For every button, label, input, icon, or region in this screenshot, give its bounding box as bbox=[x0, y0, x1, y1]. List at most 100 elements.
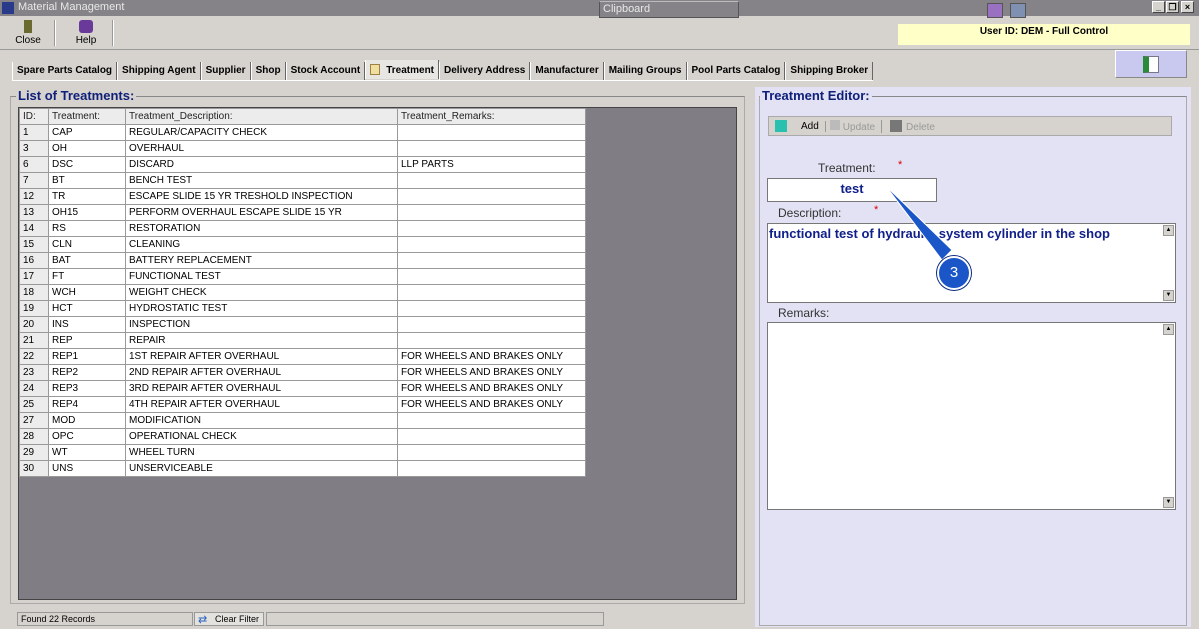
cell-description[interactable]: OPERATIONAL CHECK bbox=[125, 428, 398, 445]
cell-id[interactable]: 29 bbox=[19, 444, 49, 461]
cell-treatment[interactable]: REP1 bbox=[48, 348, 126, 365]
cell-remarks[interactable] bbox=[397, 124, 586, 141]
cell-description[interactable]: OVERHAUL bbox=[125, 140, 398, 157]
cell-id[interactable]: 14 bbox=[19, 220, 49, 237]
tab-mailing-groups[interactable]: Mailing Groups bbox=[603, 62, 687, 80]
cell-treatment[interactable]: HCT bbox=[48, 300, 126, 317]
cell-treatment[interactable]: CLN bbox=[48, 236, 126, 253]
cell-description[interactable]: BENCH TEST bbox=[125, 172, 398, 189]
scroll-down-button[interactable]: ▼ bbox=[1163, 497, 1174, 508]
scroll-up-button[interactable]: ▲ bbox=[1163, 225, 1174, 236]
cell-remarks[interactable] bbox=[397, 220, 586, 237]
cell-description[interactable]: HYDROSTATIC TEST bbox=[125, 300, 398, 317]
cell-remarks[interactable] bbox=[397, 428, 586, 445]
cell-treatment[interactable]: CAP bbox=[48, 124, 126, 141]
cell-id[interactable]: 30 bbox=[19, 460, 49, 477]
table-row[interactable]: 6 DSC DISCARD LLP PARTS bbox=[19, 156, 586, 173]
cell-description[interactable]: FUNCTIONAL TEST bbox=[125, 268, 398, 285]
cell-description[interactable]: RESTORATION bbox=[125, 220, 398, 237]
cell-treatment[interactable]: OH15 bbox=[48, 204, 126, 221]
table-row[interactable]: 20 INS INSPECTION bbox=[19, 316, 586, 333]
cell-remarks[interactable]: LLP PARTS bbox=[397, 156, 586, 173]
cell-id[interactable]: 22 bbox=[19, 348, 49, 365]
cell-treatment[interactable]: WCH bbox=[48, 284, 126, 301]
cell-treatment[interactable]: OPC bbox=[48, 428, 126, 445]
cell-id[interactable]: 21 bbox=[19, 332, 49, 349]
cell-remarks[interactable] bbox=[397, 236, 586, 253]
cell-remarks[interactable] bbox=[397, 140, 586, 157]
cell-id[interactable]: 13 bbox=[19, 204, 49, 221]
tab-manufacturer[interactable]: Manufacturer bbox=[530, 62, 604, 80]
tab-delivery-address[interactable]: Delivery Address bbox=[439, 62, 531, 80]
col-id[interactable]: ID: bbox=[19, 108, 49, 125]
cell-remarks[interactable] bbox=[397, 204, 586, 221]
restore-button[interactable]: ❐ bbox=[1166, 1, 1179, 13]
cell-description[interactable]: MODIFICATION bbox=[125, 412, 398, 429]
clipboard-window[interactable]: Clipboard bbox=[599, 1, 739, 18]
col-remarks[interactable]: Treatment_Remarks: bbox=[397, 108, 586, 125]
tab-shop[interactable]: Shop bbox=[250, 62, 286, 80]
cell-id[interactable]: 24 bbox=[19, 380, 49, 397]
tab-spare-parts-catalog[interactable]: Spare Parts Catalog bbox=[12, 62, 118, 80]
table-row[interactable]: 17 FT FUNCTIONAL TEST bbox=[19, 268, 586, 285]
tab-stock-account[interactable]: Stock Account bbox=[285, 62, 366, 80]
cell-description[interactable]: REPAIR bbox=[125, 332, 398, 349]
tab-shipping-broker[interactable]: Shipping Broker bbox=[785, 62, 874, 80]
table-row[interactable]: 21 REP REPAIR bbox=[19, 332, 586, 349]
cell-description[interactable]: REGULAR/CAPACITY CHECK bbox=[125, 124, 398, 141]
close-button[interactable]: Close bbox=[8, 18, 48, 48]
table-row[interactable]: 25 REP4 4TH REPAIR AFTER OVERHAUL FOR WHEEL… bbox=[19, 396, 586, 413]
update-button[interactable]: Update bbox=[829, 119, 883, 133]
cell-description[interactable]: UNSERVICEABLE bbox=[125, 460, 398, 477]
cell-remarks[interactable] bbox=[397, 444, 586, 461]
cell-treatment[interactable]: REP2 bbox=[48, 364, 126, 381]
cell-treatment[interactable]: REP3 bbox=[48, 380, 126, 397]
cell-treatment[interactable]: REP4 bbox=[48, 396, 126, 413]
cell-description[interactable]: INSPECTION bbox=[125, 316, 398, 333]
cell-description[interactable]: 2ND REPAIR AFTER OVERHAUL bbox=[125, 364, 398, 381]
cell-treatment[interactable]: RS bbox=[48, 220, 126, 237]
table-row[interactable]: 30 UNS UNSERVICEABLE bbox=[19, 460, 586, 477]
cell-treatment[interactable]: WT bbox=[48, 444, 126, 461]
cell-id[interactable]: 12 bbox=[19, 188, 49, 205]
cell-id[interactable]: 7 bbox=[19, 172, 49, 189]
cell-remarks[interactable]: FOR WHEELS AND BRAKES ONLY bbox=[397, 396, 586, 413]
clear-filter-button[interactable]: ⇄ Clear Filter bbox=[194, 612, 264, 626]
remarks-textarea[interactable]: ▲ ▼ bbox=[767, 322, 1176, 510]
cell-treatment[interactable]: BT bbox=[48, 172, 126, 189]
close-window-button[interactable]: × bbox=[1181, 1, 1194, 13]
cell-remarks[interactable] bbox=[397, 252, 586, 269]
cell-remarks[interactable]: FOR WHEELS AND BRAKES ONLY bbox=[397, 348, 586, 365]
tab-shipping-agent[interactable]: Shipping Agent bbox=[117, 62, 201, 80]
tab-pool-parts-catalog[interactable]: Pool Parts Catalog bbox=[686, 62, 786, 80]
table-row[interactable]: 24 REP3 3RD REPAIR AFTER OVERHAUL FOR WHEEL… bbox=[19, 380, 586, 397]
cell-treatment[interactable]: UNS bbox=[48, 460, 126, 477]
scroll-up-button[interactable]: ▲ bbox=[1163, 324, 1174, 335]
cell-treatment[interactable]: INS bbox=[48, 316, 126, 333]
description-textarea[interactable]: functional test of hydraulic system cyli… bbox=[767, 223, 1176, 303]
cell-remarks[interactable] bbox=[397, 332, 586, 349]
cell-description[interactable]: DISCARD bbox=[125, 156, 398, 173]
cell-remarks[interactable] bbox=[397, 188, 586, 205]
users-icon[interactable] bbox=[1010, 3, 1026, 18]
cell-id[interactable]: 28 bbox=[19, 428, 49, 445]
cell-description[interactable]: BATTERY REPLACEMENT bbox=[125, 252, 398, 269]
minimize-button[interactable]: _ bbox=[1152, 1, 1165, 13]
cell-id[interactable]: 25 bbox=[19, 396, 49, 413]
cell-remarks[interactable]: FOR WHEELS AND BRAKES ONLY bbox=[397, 364, 586, 381]
cell-remarks[interactable] bbox=[397, 172, 586, 189]
cell-treatment[interactable]: OH bbox=[48, 140, 126, 157]
table-row[interactable]: 18 WCH WEIGHT CHECK bbox=[19, 284, 586, 301]
col-treatment[interactable]: Treatment: bbox=[48, 108, 126, 125]
cell-description[interactable]: PERFORM OVERHAUL ESCAPE SLIDE 15 YR bbox=[125, 204, 398, 221]
cell-description[interactable]: WHEEL TURN bbox=[125, 444, 398, 461]
cell-id[interactable]: 3 bbox=[19, 140, 49, 157]
table-row[interactable]: 19 HCT HYDROSTATIC TEST bbox=[19, 300, 586, 317]
table-row[interactable]: 28 OPC OPERATIONAL CHECK bbox=[19, 428, 586, 445]
cell-id[interactable]: 17 bbox=[19, 268, 49, 285]
table-row[interactable]: 1 CAP REGULAR/CAPACITY CHECK bbox=[19, 124, 586, 141]
cell-treatment[interactable]: BAT bbox=[48, 252, 126, 269]
export-excel-button[interactable] bbox=[1115, 50, 1187, 78]
cell-remarks[interactable] bbox=[397, 316, 586, 333]
cell-remarks[interactable] bbox=[397, 284, 586, 301]
